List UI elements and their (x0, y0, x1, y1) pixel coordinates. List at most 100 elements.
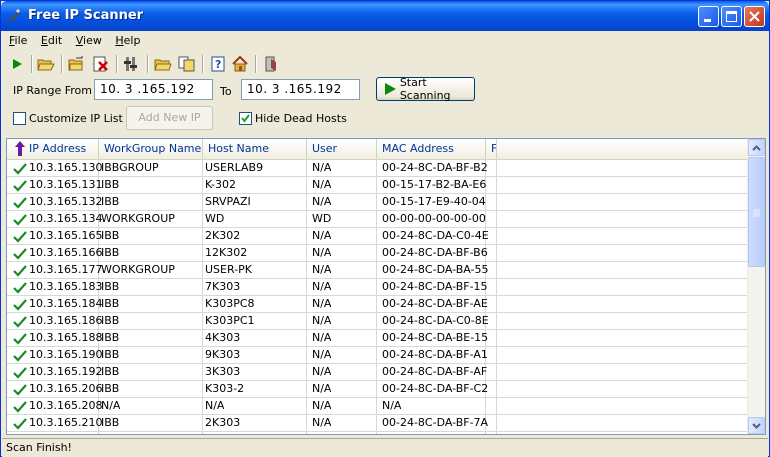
column-user[interactable]: User (307, 139, 377, 159)
ip-to-input[interactable]: 10. 3 .165.192 (241, 79, 360, 100)
cell-ip-address: 10.3.165.190 (29, 348, 103, 361)
hosts-list[interactable]: IP Address WorkGroup Name Host Name User… (6, 138, 766, 435)
cell-mac-address: 00-24-8C-DA-BF-A1 (382, 348, 488, 361)
table-row[interactable]: 10.3.165.131 IBB K-302 N/A 00-15-17-B2-BA-E6 (7, 177, 749, 194)
menu-bar: File Edit View Help (4, 31, 768, 50)
status-bar: Scan Finish! (2, 438, 768, 457)
start-scanning-button[interactable]: Start Scanning (376, 76, 475, 102)
add-new-ip-button[interactable]: Add New IP (126, 106, 213, 130)
cell-workgroup: WORKGROUP (101, 263, 175, 276)
close-button[interactable] (744, 6, 765, 27)
cell-workgroup: IBB (101, 416, 120, 429)
chevron-up-icon (752, 144, 761, 151)
column-workgroup[interactable]: WorkGroup Name (99, 139, 203, 159)
export-button[interactable] (66, 53, 88, 75)
menu-help-label: elp (123, 34, 141, 47)
toolbar-separator (255, 55, 257, 73)
help-button[interactable]: ? (207, 53, 229, 75)
list-rows: 10.3.165.130 IBBGROUP USERLAB9 N/A 00-24-8C-… (7, 160, 749, 432)
table-row[interactable]: 10.3.165.188 IBB 4K303 N/A 00-24-8C-DA-BE-15 (7, 330, 749, 347)
title-bar[interactable]: Free IP Scanner (1, 1, 769, 31)
column-host-name[interactable]: Host Name (203, 139, 307, 159)
cell-workgroup: IBB (101, 331, 120, 344)
alive-check-icon (13, 180, 27, 192)
cell-mac-address: 00-24-8C-DA-BA-55 (382, 263, 489, 276)
home-button[interactable] (229, 53, 251, 75)
table-row[interactable]: 10.3.165.192 IBB 3K303 N/A 00-24-8C-DA-BF-AF (7, 364, 749, 381)
maximize-icon (726, 11, 737, 22)
menu-file-label: ile (14, 34, 28, 47)
folder-button[interactable] (152, 53, 174, 75)
table-row[interactable]: 10.3.165.165 IBB 2K302 N/A 00-24-8C-DA-C0-4E (7, 228, 749, 245)
column-mac-address[interactable]: MAC Address (377, 139, 486, 159)
menu-edit-hotkey: E (40, 34, 48, 47)
chevron-down-icon (752, 422, 761, 429)
table-row[interactable]: 10.3.165.177 WORKGROUP USER-PK N/A 00-24-8C-… (7, 262, 749, 279)
columns-button[interactable] (121, 53, 143, 75)
ip-from-input[interactable]: 10. 3 .165.192 (94, 79, 213, 100)
cell-user: N/A (312, 314, 332, 327)
table-row[interactable]: 10.3.165.206 IBB K303-2 N/A 00-24-8C-DA-BF-C… (7, 381, 749, 398)
vertical-scrollbar[interactable] (747, 139, 765, 434)
open-button[interactable] (35, 53, 57, 75)
hide-dead-hosts-label: Hide Dead Hosts (255, 112, 347, 125)
table-row[interactable]: 10.3.165.186 IBB K303PC1 N/A 00-24-8C-DA-C0-… (7, 313, 749, 330)
cell-workgroup: IBB (101, 280, 120, 293)
table-row[interactable]: 10.3.165.134 WORKGROUP WD WD 00-00-00-00-00-… (7, 211, 749, 228)
alive-check-icon (13, 299, 27, 311)
table-row[interactable]: 10.3.165.184 IBB K303PC8 N/A 00-24-8C-DA-BF-… (7, 296, 749, 313)
alive-check-icon (13, 350, 27, 362)
minimize-button[interactable] (698, 6, 719, 27)
cell-host-name: K303PC1 (205, 314, 255, 327)
menu-file[interactable]: File (4, 31, 32, 50)
cell-user: WD (312, 212, 332, 225)
cell-mac-address: 00-24-8C-DA-BF-C2 (382, 382, 489, 395)
cell-mac-address: 00-24-8C-DA-BF-AF (382, 365, 488, 378)
hide-dead-hosts-checkbox[interactable] (239, 112, 252, 125)
table-row[interactable]: 10.3.165.132 IBB SRVPAZI N/A 00-15-17-E9-40-… (7, 194, 749, 211)
cell-mac-address: 00-24-8C-DA-BF-B2 (382, 161, 488, 174)
cell-host-name: K303-2 (205, 382, 245, 395)
cell-workgroup: IBBGROUP (101, 161, 159, 174)
cell-workgroup: IBB (101, 195, 120, 208)
columns-icon (124, 57, 137, 71)
minimize-icon (704, 19, 711, 22)
cell-workgroup: IBB (101, 178, 120, 191)
table-row[interactable]: 10.3.165.183 IBB 7K303 N/A 00-24-8C-DA-BF-15 (7, 279, 749, 296)
cell-user: N/A (312, 297, 332, 310)
column-ip-address[interactable]: IP Address (7, 139, 99, 159)
scroll-thumb[interactable] (748, 157, 765, 267)
exit-button[interactable] (260, 53, 282, 75)
table-row[interactable]: 10.3.165.166 IBB 12K302 N/A 00-24-8C-DA-BF-B… (7, 245, 749, 262)
scroll-down-button[interactable] (748, 417, 765, 434)
cell-user: N/A (312, 331, 332, 344)
table-row[interactable]: 10.3.165.190 IBB 9K303 N/A 00-24-8C-DA-BF-A1 (7, 347, 749, 364)
menu-help[interactable]: Help (110, 31, 145, 50)
customize-ip-list-label: Customize IP List (29, 112, 123, 125)
table-row[interactable]: 10.3.165.130 IBBGROUP USERLAB9 N/A 00-24-8C-… (7, 160, 749, 177)
play-icon (13, 59, 22, 69)
menu-view[interactable]: View (71, 31, 107, 50)
cell-host-name: USER-PK (205, 263, 252, 276)
cell-workgroup: IBB (101, 382, 120, 395)
column-f[interactable]: F (486, 139, 497, 159)
menu-edit[interactable]: Edit (36, 31, 67, 50)
window-title: Free IP Scanner (28, 8, 144, 23)
customize-ip-list-checkbox[interactable] (13, 112, 26, 125)
range-from-label: IP Range From (13, 84, 92, 97)
delete-button[interactable] (90, 53, 112, 75)
scroll-up-button[interactable] (748, 139, 765, 156)
toolbar-separator (202, 55, 204, 73)
table-row[interactable]: 10.3.165.208 N/A N/A N/A N/A (7, 398, 749, 415)
cell-mac-address: 00-24-8C-DA-C0-4E (382, 229, 489, 242)
export-icon (68, 56, 83, 71)
cell-user: N/A (312, 178, 332, 191)
table-row[interactable]: 10.3.165.210 IBB 2K303 N/A 00-24-8C-DA-BF-7A (7, 415, 749, 432)
toolbar-separator (31, 55, 33, 73)
play-button[interactable] (6, 53, 28, 75)
alive-check-icon (13, 197, 27, 209)
copy-button[interactable] (176, 53, 198, 75)
alive-check-icon (13, 384, 27, 396)
maximize-button[interactable] (721, 6, 742, 27)
cell-host-name: WD (205, 212, 225, 225)
